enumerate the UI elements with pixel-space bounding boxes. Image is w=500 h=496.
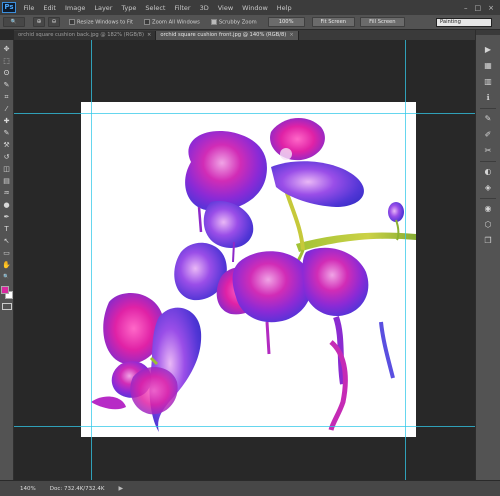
color-icon[interactable]: ▦ <box>482 60 494 72</box>
orchid-watercolor-image <box>91 117 416 432</box>
fit-screen-button[interactable]: Fit Screen <box>311 17 356 27</box>
zoom-tool-preset-icon[interactable]: 🔍 <box>3 17 25 27</box>
100-percent-button[interactable]: 100% <box>267 17 305 27</box>
blur-icon[interactable]: ♒ <box>2 187 12 199</box>
panel-divider <box>480 198 496 199</box>
clone-source-icon[interactable]: ✂ <box>482 145 494 157</box>
options-bar: 🔍 ⊕ ⊖ Resize Windows to Fit Zoom All Win… <box>0 15 500 30</box>
menu-window[interactable]: Window <box>238 4 273 12</box>
quick-select-icon[interactable]: ✎ <box>2 79 12 91</box>
foreground-color-swatch[interactable] <box>0 286 9 294</box>
rectangle-icon[interactable]: ▭ <box>2 247 12 259</box>
menu-bar: Ps File Edit Image Layer Type Select Fil… <box>0 0 500 15</box>
guide-line <box>14 426 475 427</box>
eraser-icon[interactable]: ◫ <box>2 163 12 175</box>
tab-label: orchid square cushion front.jpg @ 140% (… <box>160 32 287 38</box>
panel-divider <box>480 161 496 162</box>
pen-icon[interactable]: ✒ <box>2 211 12 223</box>
collapsed-panels: ▶ ▦ ▥ ℹ ✎ ✐ ✂ ◐ ◈ ◉ ⬡ ❐ <box>475 30 500 480</box>
zoom-icon[interactable]: 🔍 <box>2 271 12 283</box>
zoom-level[interactable]: 140% <box>20 486 36 492</box>
tab-cushion-back[interactable]: orchid square cushion back.jpg @ 182% (R… <box>14 31 157 40</box>
tab-cushion-front[interactable]: orchid square cushion front.jpg @ 140% (… <box>156 31 299 40</box>
tab-label: orchid square cushion back.jpg @ 182% (R… <box>18 32 144 38</box>
checkbox-icon <box>69 18 75 25</box>
checkbox-icon <box>144 18 151 25</box>
brush-icon[interactable]: ✎ <box>2 127 12 139</box>
photoshop-logo: Ps <box>2 2 16 13</box>
zoom-in-icon[interactable]: ⊕ <box>33 17 45 27</box>
status-bar: 140% Doc: 732.4K/732.4K ▶ <box>0 480 500 496</box>
path-selection-icon[interactable]: ↖ <box>2 235 12 247</box>
lasso-icon[interactable]: ʘ <box>2 67 12 79</box>
menu-file[interactable]: File <box>19 4 39 12</box>
status-menu-arrow-icon[interactable]: ▶ <box>119 485 124 492</box>
guide-line <box>14 113 475 114</box>
menu-filter[interactable]: Filter <box>170 4 195 12</box>
paths-icon[interactable]: ⬡ <box>482 219 494 231</box>
info-icon[interactable]: ℹ <box>482 92 494 104</box>
panel-dock-header[interactable] <box>476 30 500 35</box>
window-controls: – □ × <box>464 4 500 12</box>
clone-stamp-icon[interactable]: ⚒ <box>2 139 12 151</box>
menu-type[interactable]: Type <box>117 4 141 12</box>
minimize-button[interactable]: – <box>464 4 468 12</box>
menu-help[interactable]: Help <box>272 4 296 12</box>
quick-mask-icon[interactable] <box>1 303 12 310</box>
channels-icon[interactable]: ◉ <box>482 203 494 215</box>
panel-divider <box>480 108 496 109</box>
brush-icon[interactable]: ✐ <box>482 129 494 141</box>
guide-line <box>405 40 406 480</box>
history-brush-icon[interactable]: ↺ <box>2 151 12 163</box>
tools-panel: ✥ ⬚ ʘ ✎ ⌗ ⁄ ✚ ✎ ⚒ ↺ ◫ ▤ ♒ ● ✒ T ↖ ▭ ✋ 🔍 <box>0 40 14 480</box>
zoom-all-windows-checkbox[interactable]: Zoom All Windows <box>144 18 200 26</box>
menu-image[interactable]: Image <box>60 4 89 12</box>
resize-windows-checkbox[interactable]: Resize Windows to Fit <box>69 18 134 26</box>
zoom-out-icon[interactable]: ⊖ <box>48 17 60 27</box>
menu-3d[interactable]: 3D <box>195 4 213 12</box>
crop-icon[interactable]: ⌗ <box>2 91 12 103</box>
history-icon[interactable]: ▶ <box>482 44 494 56</box>
zoom-all-windows-label: Zoom All Windows <box>152 19 200 26</box>
hand-icon[interactable]: ✋ <box>2 259 12 271</box>
close-tab-icon[interactable]: × <box>289 32 293 38</box>
brush-presets-icon[interactable]: ✎ <box>482 113 494 125</box>
scrubby-zoom-checkbox[interactable]: Scrubby Zoom <box>210 18 257 26</box>
menu-edit[interactable]: Edit <box>39 4 61 12</box>
scrubby-zoom-label: Scrubby Zoom <box>218 19 257 26</box>
document-tabs: orchid square cushion back.jpg @ 182% (R… <box>14 30 475 40</box>
layers-icon[interactable]: ❐ <box>482 235 494 247</box>
healing-brush-icon[interactable]: ✚ <box>2 115 12 127</box>
menu-select[interactable]: Select <box>141 4 170 12</box>
guide-line <box>91 40 92 480</box>
document-size: Doc: 732.4K/732.4K <box>49 485 105 492</box>
move-icon[interactable]: ✥ <box>2 43 12 55</box>
close-button[interactable]: × <box>488 4 494 12</box>
swatches-icon[interactable]: ▥ <box>482 76 494 88</box>
maximize-button[interactable]: □ <box>475 4 482 12</box>
dodge-icon[interactable]: ● <box>2 199 12 211</box>
type-icon[interactable]: T <box>2 223 12 235</box>
close-tab-icon[interactable]: × <box>147 32 151 38</box>
workspace-dropdown[interactable]: Painting <box>436 18 492 27</box>
fill-screen-button[interactable]: Fill Screen <box>360 17 405 27</box>
gradient-icon[interactable]: ▤ <box>2 175 12 187</box>
eyedropper-icon[interactable]: ⁄ <box>2 103 12 115</box>
menu-layer[interactable]: Layer <box>90 4 117 12</box>
checkbox-checked-icon <box>210 18 217 25</box>
marquee-icon[interactable]: ⬚ <box>2 55 12 67</box>
color-swatches[interactable] <box>0 286 13 300</box>
menu-view[interactable]: View <box>213 4 237 12</box>
resize-windows-label: Resize Windows to Fit <box>77 19 134 26</box>
adjustments-icon[interactable]: ◐ <box>482 166 494 178</box>
styles-icon[interactable]: ◈ <box>482 182 494 194</box>
